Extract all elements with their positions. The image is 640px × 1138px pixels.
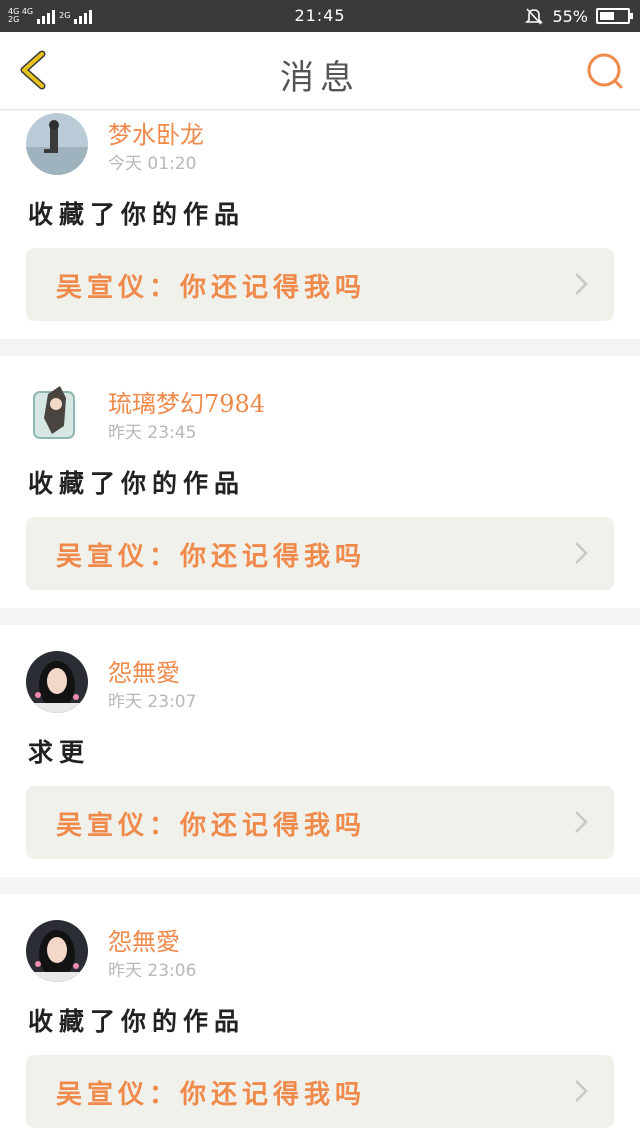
message-item[interactable]: 梦水卧龙 今天 01:20 收藏了你的作品 吴宣仪：你还记得我吗 xyxy=(0,111,640,339)
message-item[interactable]: 怨無愛 昨天 23:07 求更 吴宣仪：你还记得我吗 xyxy=(0,625,640,877)
message-text: 求更 xyxy=(28,738,91,767)
work-link[interactable]: 吴宣仪：你还记得我吗 xyxy=(26,248,614,321)
username[interactable]: 梦水卧龙 xyxy=(108,115,204,150)
battery-percent: 55% xyxy=(552,6,588,26)
chevron-right-icon xyxy=(575,1080,588,1102)
username[interactable]: 琉璃梦幻7984 xyxy=(108,384,265,419)
work-title: 吴宣仪：你还记得我吗 xyxy=(56,811,367,841)
search-icon[interactable] xyxy=(584,50,626,92)
work-link[interactable]: 吴宣仪：你还记得我吗 xyxy=(26,786,614,859)
avatar[interactable] xyxy=(26,920,88,982)
message-item[interactable]: 琉璃梦幻7984 昨天 23:45 收藏了你的作品 吴宣仪：你还记得我吗 xyxy=(0,356,640,608)
timestamp: 昨天 23:06 xyxy=(108,961,197,981)
timestamp: 今天 01:20 xyxy=(108,154,197,174)
message-text: 收藏了你的作品 xyxy=(28,1007,246,1036)
status-bar: 4G 4G 2G 2G 21:45 55% xyxy=(0,0,640,32)
work-title: 吴宣仪：你还记得我吗 xyxy=(56,1080,367,1110)
username[interactable]: 怨無愛 xyxy=(108,922,180,957)
message-text: 收藏了你的作品 xyxy=(28,200,246,229)
work-link[interactable]: 吴宣仪：你还记得我吗 xyxy=(26,517,614,590)
work-link[interactable]: 吴宣仪：你还记得我吗 xyxy=(26,1055,614,1128)
message-item[interactable]: 怨無愛 昨天 23:06 收藏了你的作品 吴宣仪：你还记得我吗 xyxy=(0,894,640,1138)
page-title: 消息 xyxy=(280,58,360,98)
avatar[interactable] xyxy=(26,651,88,713)
message-list: 梦水卧龙 今天 01:20 收藏了你的作品 吴宣仪：你还记得我吗 琉璃梦幻798… xyxy=(0,111,640,1138)
avatar[interactable] xyxy=(26,382,88,444)
nav-bar: 消息 xyxy=(0,32,640,110)
chevron-right-icon xyxy=(575,273,588,295)
work-title: 吴宣仪：你还记得我吗 xyxy=(56,273,367,303)
timestamp: 昨天 23:45 xyxy=(108,423,197,443)
message-text: 收藏了你的作品 xyxy=(28,469,246,498)
timestamp: 昨天 23:07 xyxy=(108,692,197,712)
chevron-right-icon xyxy=(575,542,588,564)
mute-bell-icon xyxy=(525,8,544,25)
username[interactable]: 怨無愛 xyxy=(108,653,180,688)
battery-level xyxy=(600,12,614,20)
chevron-right-icon xyxy=(575,811,588,833)
avatar[interactable] xyxy=(26,113,88,175)
battery-icon xyxy=(596,8,633,24)
work-title: 吴宣仪：你还记得我吗 xyxy=(56,542,367,572)
